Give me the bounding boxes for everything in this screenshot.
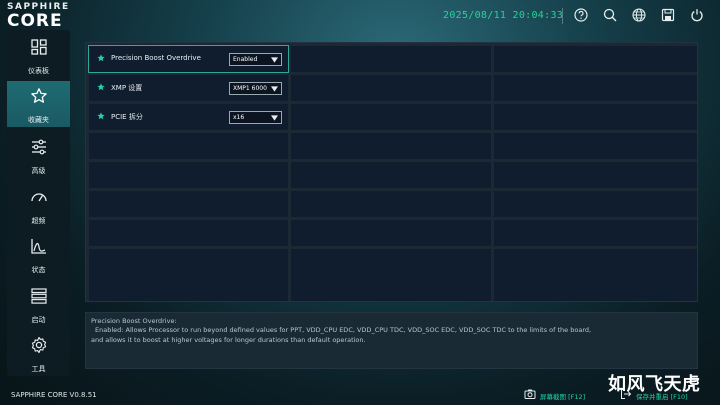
sidebar-item-status[interactable]: 状态 — [7, 231, 70, 277]
empty-cell — [291, 191, 491, 217]
watermark-text: 如风飞天虎 — [608, 374, 701, 395]
empty-cell — [494, 249, 697, 275]
empty-cell — [291, 75, 491, 101]
camera-icon — [524, 388, 536, 400]
header-divider — [562, 8, 563, 24]
tools-gear-icon — [30, 336, 48, 354]
empty-cell — [291, 46, 491, 72]
favorites-grid: Precision Boost Overdrive Enabled XMP 设置… — [85, 42, 698, 302]
sidebar-item-overclock[interactable]: 超频 — [7, 182, 70, 228]
empty-cell — [291, 104, 491, 130]
screenshot-button[interactable]: 屏幕截图 [F12] — [524, 388, 604, 402]
logo-core: CORE — [7, 11, 63, 31]
sliders-icon — [30, 138, 48, 156]
description-line: and allows it to boost at higher voltage… — [91, 335, 366, 344]
sidebar-item-label: 仪表板 — [28, 67, 49, 75]
help-description-panel: Precision Boost Overdrive: Enabled: Allo… — [85, 312, 698, 369]
empty-cell — [89, 191, 288, 217]
pcie-dropdown[interactable]: x16 — [229, 111, 282, 124]
setting-label: Precision Boost Overdrive — [111, 54, 201, 62]
chevron-down-icon — [271, 86, 278, 92]
datetime-display: 2025/08/11 20:04:33 — [443, 10, 564, 21]
empty-cell — [291, 133, 491, 159]
sidebar-item-advanced[interactable]: 高级 — [7, 132, 70, 178]
globe-icon[interactable] — [632, 8, 646, 22]
empty-cell — [494, 191, 697, 217]
xmp-dropdown[interactable]: XMP1 6000 — [229, 82, 282, 95]
dashboard-icon — [30, 38, 48, 56]
version-label: SAPPHIRE CORE V0.8.51 — [11, 391, 97, 399]
star-icon[interactable] — [97, 112, 105, 120]
favorite-setting-pbo[interactable]: Precision Boost Overdrive Enabled — [88, 45, 289, 73]
power-icon[interactable] — [690, 8, 704, 22]
dropdown-value: Enabled — [233, 56, 258, 63]
gauge-icon — [30, 188, 48, 206]
sidebar-item-label: 超频 — [31, 217, 46, 225]
star-icon[interactable] — [97, 54, 105, 62]
screenshot-label: 屏幕截图 [F12] — [540, 393, 586, 401]
dropdown-value: XMP1 6000 — [233, 85, 267, 92]
empty-cell — [494, 46, 697, 72]
empty-cell — [494, 104, 697, 130]
empty-cell — [89, 275, 288, 301]
empty-cell — [291, 220, 491, 246]
empty-cell — [291, 275, 491, 301]
sidebar-item-boot[interactable]: 启动 — [7, 281, 70, 327]
empty-cell — [494, 75, 697, 101]
search-icon[interactable] — [603, 8, 617, 22]
star-icon — [30, 87, 48, 105]
favorite-setting-pcie[interactable]: PCIE 拆分 x16 — [89, 104, 288, 130]
empty-cell — [494, 133, 697, 159]
chevron-down-icon — [271, 115, 278, 121]
description-line: Enabled: Allows Processor to run beyond … — [95, 326, 592, 334]
sapphire-logo: SAPPHIRE CORE — [7, 2, 87, 30]
empty-cell — [89, 162, 288, 188]
empty-cell — [89, 249, 288, 275]
sidebar-nav: 仪表板 收藏夹 高级 超频 状态 启动 工具 — [7, 30, 70, 376]
description-title: Precision Boost Overdrive: — [91, 317, 177, 325]
empty-cell — [89, 220, 288, 246]
help-icon[interactable] — [574, 8, 588, 22]
boot-icon — [30, 287, 48, 305]
favorite-setting-xmp[interactable]: XMP 设置 XMP1 6000 — [89, 75, 288, 101]
dropdown-value: x16 — [233, 114, 245, 121]
empty-cell — [89, 133, 288, 159]
sidebar-item-tools[interactable]: 工具 — [7, 330, 70, 376]
star-icon[interactable] — [97, 83, 105, 91]
sidebar-item-label: 高级 — [31, 167, 46, 175]
empty-cell — [494, 162, 697, 188]
sidebar-item-label: 状态 — [31, 266, 46, 274]
empty-cell — [494, 275, 697, 301]
sidebar-item-dashboard[interactable]: 仪表板 — [7, 32, 70, 78]
empty-cell — [494, 220, 697, 246]
save-icon[interactable] — [661, 8, 675, 22]
pbo-dropdown[interactable]: Enabled — [229, 53, 282, 66]
empty-cell — [291, 162, 491, 188]
sidebar-item-favorites[interactable]: 收藏夹 — [7, 81, 70, 127]
status-chart-icon — [30, 237, 48, 255]
setting-label: XMP 设置 — [111, 84, 143, 92]
setting-label: PCIE 拆分 — [111, 113, 143, 121]
empty-cell — [291, 249, 491, 275]
sidebar-item-label: 收藏夹 — [28, 116, 49, 124]
sidebar-item-label: 启动 — [31, 316, 46, 324]
chevron-down-icon — [271, 57, 278, 63]
sidebar-item-label: 工具 — [31, 365, 46, 373]
